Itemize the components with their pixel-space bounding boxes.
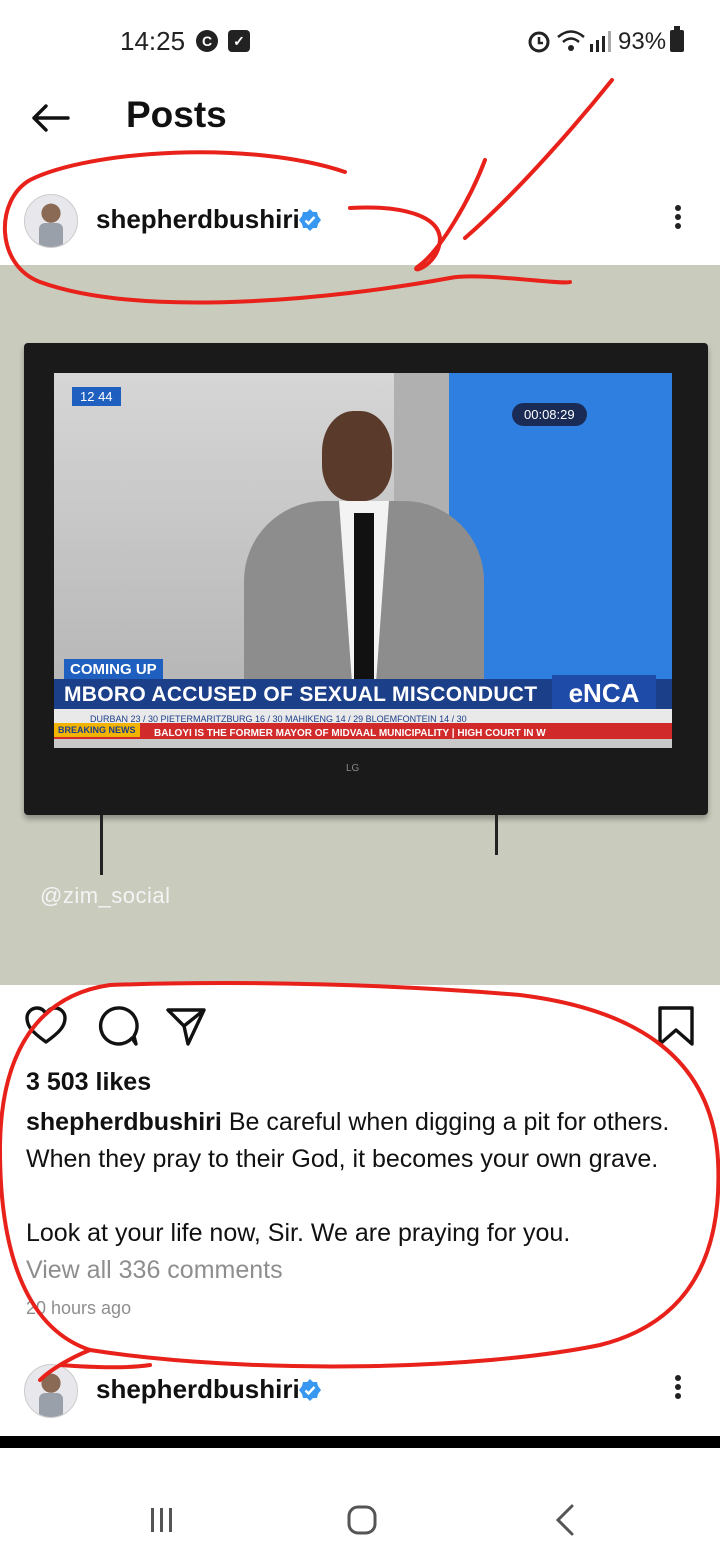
- tv-clock: 12 44: [72, 387, 121, 406]
- breaking-news-tag: BREAKING NEWS: [54, 723, 140, 737]
- post-image[interactable]: 12 44 00:08:29 COMING UP MBORO ACCUSED O…: [0, 265, 720, 985]
- check-icon: ✓: [228, 30, 250, 52]
- tv-screen: 12 44 00:08:29 COMING UP MBORO ACCUSED O…: [54, 373, 672, 748]
- anchor-tie: [354, 513, 374, 703]
- status-bar: 14:25 C ✓ 93%: [0, 0, 720, 80]
- avatar[interactable]: [24, 1364, 78, 1418]
- weather-ticker: DURBAN 23 / 30 PIETERMARITZBURG 16 / 30 …: [54, 709, 672, 724]
- tv-brand: LG: [346, 763, 360, 774]
- post-username[interactable]: shepherdbushiri: [96, 204, 300, 235]
- caption-username[interactable]: shepherdbushiri: [26, 1108, 222, 1136]
- signal-icon: [590, 31, 611, 52]
- tv-timer: 00:08:29: [512, 403, 587, 426]
- likes-count[interactable]: 3 503 likes: [26, 1068, 151, 1097]
- wifi-icon: [557, 30, 585, 51]
- caption-text-2: Look at your life now, Sir. We are prayi…: [26, 1219, 571, 1247]
- back-arrow-icon[interactable]: [28, 96, 72, 140]
- page-title: Posts: [126, 94, 227, 135]
- tv-cable: [100, 815, 103, 875]
- back-nav-icon[interactable]: [546, 1500, 586, 1540]
- view-comments-link[interactable]: View all 336 comments: [26, 1256, 283, 1285]
- post-caption: shepherdbushiri Be careful when digging …: [26, 1104, 706, 1252]
- next-post-username[interactable]: shepherdbushiri: [96, 1374, 300, 1405]
- tv-cable: [495, 815, 498, 855]
- tv-frame: 12 44 00:08:29 COMING UP MBORO ACCUSED O…: [24, 343, 708, 815]
- alarm-icon: [528, 31, 550, 53]
- comment-icon[interactable]: [96, 1004, 140, 1048]
- divider: [0, 1436, 720, 1448]
- status-time: 14:25: [120, 26, 186, 56]
- image-watermark: @zim_social: [40, 883, 171, 908]
- post-timestamp: 20 hours ago: [26, 1298, 132, 1318]
- news-ticker: BALOYI IS THE FORMER MAYOR OF MIDVAAL MU…: [54, 723, 672, 739]
- tv-headline: MBORO ACCUSED OF SEXUAL MISCONDUCT: [64, 683, 538, 706]
- verified-badge-icon: [299, 209, 321, 231]
- channel-logo: eNCA: [552, 675, 656, 711]
- more-options-icon[interactable]: [668, 202, 688, 238]
- avatar[interactable]: [24, 194, 78, 248]
- home-icon[interactable]: [342, 1500, 382, 1540]
- verified-badge-icon: [299, 1379, 321, 1401]
- recent-apps-icon[interactable]: [142, 1500, 182, 1540]
- like-heart-icon[interactable]: [24, 1004, 68, 1048]
- more-options-icon[interactable]: [668, 1372, 688, 1408]
- anchor-head: [322, 411, 392, 501]
- c-app-icon: C: [196, 30, 218, 52]
- battery-percent: 93%: [618, 28, 667, 55]
- bookmark-icon[interactable]: [654, 1004, 698, 1048]
- battery-icon: [670, 26, 684, 52]
- system-nav-bar: [0, 1448, 720, 1560]
- coming-up-tag: COMING UP: [64, 659, 163, 680]
- share-send-icon[interactable]: [164, 1004, 208, 1048]
